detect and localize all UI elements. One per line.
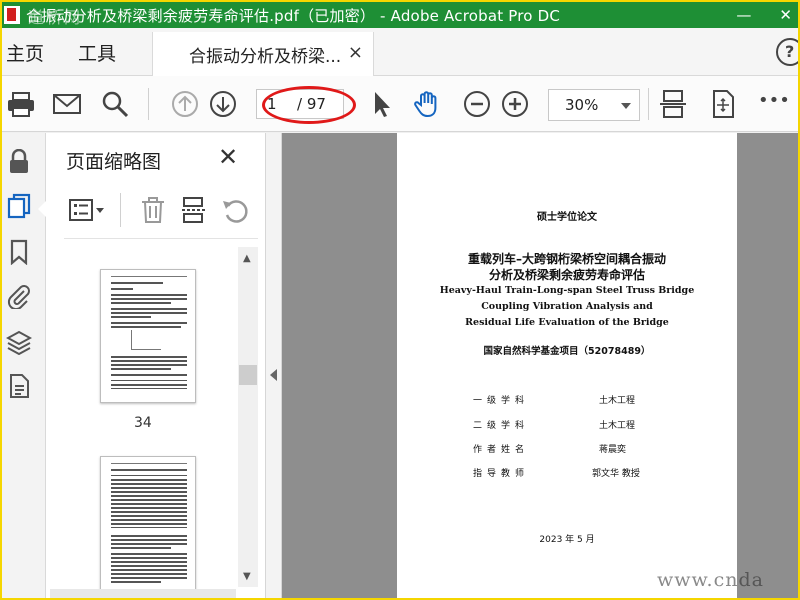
info-value: 蒋晨奕 [599,445,627,455]
thesis-title-en-line1: Heavy-Haul Train-Long-span Steel Truss B… [439,285,695,296]
search-icon[interactable] [100,89,130,119]
acrobat-app-icon [4,6,20,24]
select-arrow-icon[interactable] [366,89,396,119]
degree-type: 硕士学位论文 [537,212,597,223]
zoom-select[interactable]: 30% [548,89,640,121]
page-number-highlight [262,86,356,124]
print-icon[interactable] [6,89,36,119]
scrollbar-thumb[interactable] [239,365,257,385]
document-icon[interactable] [6,373,32,399]
thumbnail-page-label: 34 [134,415,152,431]
document-view[interactable]: 硕士学位论文 重载列车–大跨钢桁梁桥空间耦合振动 分析及桥梁剩余疲劳寿命评估 H… [282,133,798,598]
layers-icon[interactable] [5,329,33,356]
thesis-title-cn-line1: 重载列车–大跨钢桁梁桥空间耦合振动 [467,252,666,266]
attachment-icon[interactable] [6,283,32,311]
prev-page-icon[interactable] [170,89,200,119]
minimize-button[interactable]: — [736,6,751,24]
thumbnail-horizontal-scrollbar[interactable] [50,589,236,598]
close-panel-button[interactable]: ✕ [218,143,238,171]
collapse-panel-handle[interactable] [266,133,282,598]
page-thumbnail[interactable] [100,269,196,403]
zoom-in-icon[interactable] [500,89,530,119]
info-value: 土木工程 [599,421,636,431]
watermark-bottom: www.cnda [657,569,764,591]
bookmark-icon[interactable] [6,239,32,266]
insert-page-icon[interactable] [180,195,210,225]
pages-icon[interactable] [6,193,32,219]
fit-page-icon[interactable] [658,89,688,119]
scroll-up-icon[interactable]: ▲ [243,253,251,264]
delete-icon[interactable] [138,195,168,225]
document-tab[interactable]: 合振动分析及桥梁... × [152,32,374,76]
more-icon[interactable]: ••• [758,90,790,111]
window-title: 合振动分析及桥梁剩余疲劳寿命评估.pdf（已加密） - Adobe Acroba… [26,6,561,25]
chevron-down-icon [621,103,631,109]
close-window-button[interactable]: ✕ [779,6,792,24]
full-screen-icon[interactable] [708,89,738,119]
acrobat-window: 合振动分析及桥梁剩余疲劳寿命评估.pdf（已加密） - Adobe Acroba… [2,2,798,598]
main-toolbar: 1 / 97 30% ••• [2,76,798,132]
info-key: 作者姓名 [473,445,530,455]
hand-icon[interactable] [412,89,442,119]
thesis-title-en-line2: Coupling Vibration Analysis and [481,301,653,312]
help-icon[interactable]: ? [776,38,798,66]
info-value: 土木工程 [599,396,636,406]
document-tab-close-button[interactable]: × [348,42,363,63]
info-value: 郭文华 教授 [592,469,640,479]
info-key: 二级学科 [473,421,530,431]
watermark-top: 道桥网 [28,8,83,27]
pdf-page: 硕士学位论文 重载列车–大跨钢桁梁桥空间耦合振动 分析及桥梁剩余疲劳寿命评估 H… [397,133,737,598]
panel-title: 页面缩略图 [66,151,162,173]
menu-bar: 主页 工具 合振动分析及桥梁... × ? [2,28,798,76]
thesis-title-en-line3: Residual Life Evaluation of the Bridge [465,317,669,328]
zoom-out-icon[interactable] [462,89,492,119]
thesis-title-cn-line2: 分析及桥梁剩余疲劳寿命评估 [488,268,645,282]
thumbnail-scrollbar[interactable]: ▲ ▼ [238,247,258,587]
page-thumbnails-panel: 页面缩略图 ✕ 34 ▲ ▼ [46,133,266,598]
options-menu-icon[interactable] [68,195,108,225]
home-tab[interactable]: 主页 [6,39,44,66]
lock-icon[interactable] [6,148,32,175]
scroll-down-icon[interactable]: ▼ [243,571,251,582]
fund-project: 国家自然科学基金项目（52078489） [483,346,651,357]
page-thumbnail[interactable] [100,456,196,598]
zoom-value: 30% [565,96,599,114]
title-bar: 合振动分析及桥梁剩余疲劳寿命评估.pdf（已加密） - Adobe Acroba… [2,2,798,28]
chevron-left-icon [270,369,277,381]
tools-tab[interactable]: 工具 [78,39,116,66]
next-page-icon[interactable] [208,89,238,119]
rotate-icon[interactable] [220,195,250,225]
info-key: 一级学科 [473,396,530,406]
email-icon[interactable] [52,89,82,119]
thumbnail-toolbar [64,185,258,239]
navigation-rail [2,133,46,598]
document-tab-label: 合振动分析及桥梁... [189,47,342,67]
thesis-date: 2023 年 5 月 [539,535,595,545]
info-key: 指导教师 [473,469,530,479]
